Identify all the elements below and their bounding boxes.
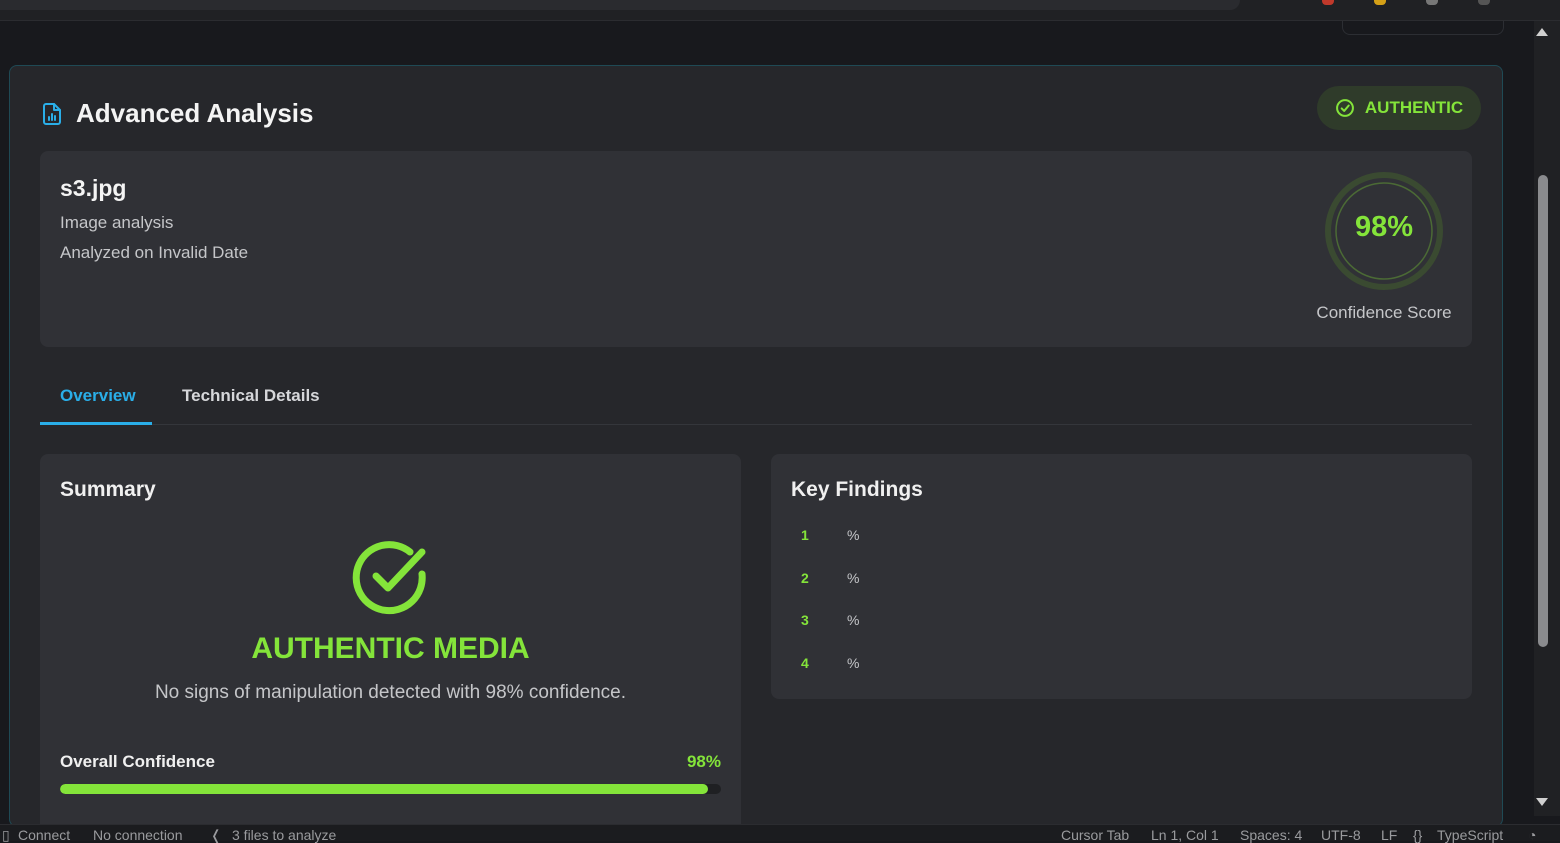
finding-value: % [847, 527, 860, 543]
status-spaces[interactable]: Spaces: 4 [1240, 827, 1302, 843]
status-bar: ▯ Connect No connection ❬ 3 files to ana… [0, 824, 1560, 843]
active-tab-indicator [40, 422, 152, 425]
status-language[interactable]: TypeScript [1437, 827, 1503, 843]
finding-number: 2 [801, 570, 809, 586]
finding-item: 4 % [791, 655, 859, 675]
toolbar-icons [1322, 0, 1490, 6]
status-encoding[interactable]: UTF-8 [1321, 827, 1361, 843]
chevron-left-icon: ❬ [210, 827, 222, 843]
finding-number: 4 [801, 655, 809, 671]
file-type: Image analysis [60, 213, 174, 232]
summary-panel: Summary AUTHENTIC MEDIA No signs of mani… [40, 454, 741, 834]
key-findings-panel: Key Findings 1 % 2 % 3 % 4 % [771, 454, 1472, 699]
tab-technical-details[interactable]: Technical Details [182, 386, 320, 406]
address-bar[interactable] [0, 0, 1240, 10]
extension-icon-yellow[interactable] [1374, 0, 1386, 5]
verdict-badge-label: AUTHENTIC [1364, 98, 1464, 117]
finding-value: % [847, 612, 860, 628]
verdict-badge: AUTHENTIC [1317, 86, 1481, 130]
finding-value: % [847, 570, 860, 586]
scroll-down-arrow-icon[interactable] [1536, 798, 1548, 806]
finding-value: % [847, 655, 860, 671]
status-eol[interactable]: LF [1381, 827, 1397, 843]
analysis-card: Advanced Analysis AUTHENTIC s3.jpg Image… [9, 65, 1503, 834]
finding-number: 1 [801, 527, 809, 543]
braces-icon: {} [1413, 827, 1423, 843]
status-connection[interactable]: No connection [93, 827, 183, 843]
overall-confidence-value: 98% [686, 752, 721, 771]
report-chart-icon [43, 103, 61, 125]
browser-toolbar [0, 0, 1560, 21]
scroll-up-arrow-icon[interactable] [1536, 28, 1548, 36]
check-circle-icon [352, 541, 426, 615]
page-scrollbar[interactable] [1534, 20, 1560, 816]
summary-title: Summary [60, 478, 156, 501]
extension-icon-red[interactable] [1322, 0, 1334, 5]
tab-overview[interactable]: Overview [60, 386, 136, 406]
status-position[interactable]: Ln 1, Col 1 [1151, 827, 1219, 843]
analysis-title: Advanced Analysis [76, 98, 314, 128]
status-connect[interactable]: Connect [18, 827, 70, 843]
check-circle-icon [1335, 99, 1354, 117]
confidence-progress-fill [60, 784, 708, 794]
status-cursor-tab[interactable]: Cursor Tab [1061, 827, 1129, 843]
result-heading: AUTHENTIC MEDIA [251, 632, 530, 665]
confidence-score-value: 98% [1354, 211, 1414, 243]
connect-icon[interactable]: ▯ [2, 827, 10, 843]
finding-number: 3 [801, 612, 809, 628]
extension-icon-grey[interactable] [1426, 0, 1438, 5]
analyzed-date: Analyzed on Invalid Date [60, 243, 249, 262]
finding-item: 2 % [791, 570, 859, 590]
overall-confidence-label: Overall Confidence [60, 752, 215, 771]
scroll-thumb[interactable] [1538, 175, 1548, 647]
confidence-score-label: Confidence Score [1316, 303, 1452, 322]
profile-icon[interactable] [1478, 0, 1490, 5]
key-findings-title: Key Findings [791, 478, 923, 501]
file-info-panel: s3.jpg Image analysis Analyzed on Invali… [40, 151, 1472, 347]
confidence-progress-track [60, 784, 721, 794]
result-description: No signs of manipulation detected with 9… [154, 682, 627, 703]
analysis-tabs: Overview Technical Details [40, 370, 1472, 425]
bell-icon[interactable]: ◔ [1528, 827, 1536, 843]
file-name: s3.jpg [60, 175, 127, 201]
finding-item: 3 % [791, 612, 859, 632]
status-files[interactable]: 3 files to analyze [232, 827, 336, 843]
finding-item: 1 % [791, 527, 859, 547]
